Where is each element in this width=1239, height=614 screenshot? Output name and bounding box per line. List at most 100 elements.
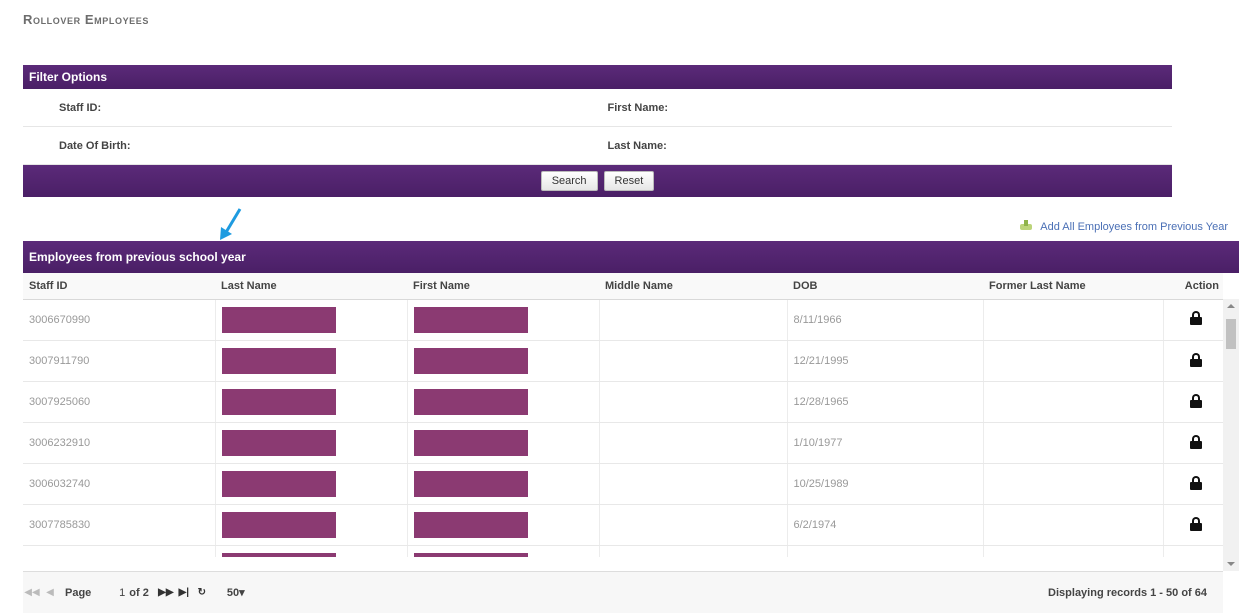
scroll-thumb[interactable] — [1226, 319, 1236, 349]
cell-action — [1163, 340, 1223, 382]
cell-former-last-name — [983, 545, 1164, 557]
col-former-last-name[interactable]: Former Last Name — [983, 273, 1163, 300]
lock-icon[interactable] — [1190, 475, 1203, 490]
cell-middle-name — [599, 422, 788, 464]
redacted-block — [221, 553, 336, 557]
cell-last-name — [215, 422, 408, 464]
pager: ◀◀ ◀ Page of 2 ▶▶ ▶| ↻ 50▾ Displaying re… — [23, 571, 1223, 613]
cell-first-name — [407, 299, 600, 341]
cell-former-last-name — [983, 422, 1164, 464]
grid-body: 3006670990 8/11/1966 3007911790 12/21/1995 3… — [23, 299, 1239, 557]
refresh-icon[interactable]: ↻ — [193, 587, 211, 598]
cell-last-name — [215, 299, 408, 341]
cell-first-name — [407, 504, 600, 546]
table-row[interactable]: 3007785830 6/2/1974 — [23, 504, 1223, 546]
cell-middle-name — [599, 545, 788, 557]
last-name-filter: Last Name: — [598, 134, 1173, 157]
col-last-name[interactable]: Last Name — [215, 273, 407, 300]
add-all-employees-link[interactable]: Add All Employees from Previous Year — [1018, 220, 1228, 233]
cell-action — [1163, 299, 1223, 341]
grid-scrollbar[interactable] — [1223, 299, 1239, 571]
cell-staff-id: 3007785830 — [23, 504, 216, 546]
cell-first-name — [407, 340, 600, 382]
lock-icon[interactable] — [1190, 393, 1203, 408]
redacted-block — [413, 553, 528, 557]
prev-page-icon[interactable]: ◀ — [41, 587, 59, 598]
col-dob[interactable]: DOB — [787, 273, 983, 300]
add-users-icon — [1018, 220, 1036, 232]
employees-table-head: Staff ID Last Name First Name Middle Nam… — [23, 273, 1223, 300]
table-row[interactable]: 3006032740 10/25/1989 — [23, 463, 1223, 505]
cell-staff-id: 3006670990 — [23, 299, 216, 341]
employees-grid: Employees from previous school year Staf… — [23, 241, 1239, 614]
table-row[interactable]: 3007911790 12/21/1995 — [23, 340, 1223, 382]
redacted-block — [413, 348, 528, 374]
redacted-block — [413, 512, 528, 538]
lock-icon[interactable] — [1190, 311, 1203, 326]
cell-dob: 6/2/1974 — [787, 504, 984, 546]
col-first-name[interactable]: First Name — [407, 273, 599, 300]
cell-dob: 11/10/1977 — [787, 545, 984, 557]
cell-staff-id: 3007911790 — [23, 340, 216, 382]
table-header-row: Staff ID Last Name First Name Middle Nam… — [23, 273, 1223, 300]
reset-button[interactable]: Reset — [603, 171, 655, 191]
cell-former-last-name — [983, 504, 1164, 546]
dob-input[interactable] — [143, 134, 588, 157]
table-row[interactable]: 3007721080 11/10/1977 — [23, 545, 1223, 557]
page-number-input[interactable] — [101, 583, 126, 602]
lock-icon[interactable] — [1190, 516, 1203, 531]
cell-former-last-name — [983, 381, 1164, 423]
filter-row-2: Date Of Birth: Last Name: — [23, 127, 1172, 165]
cell-last-name — [215, 340, 408, 382]
cell-middle-name — [599, 463, 788, 505]
dob-label: Date Of Birth: — [59, 139, 131, 152]
cell-dob: 12/21/1995 — [787, 340, 984, 382]
next-page-icon[interactable]: ▶▶ — [157, 587, 175, 598]
cell-middle-name — [599, 504, 788, 546]
page-label: Page — [65, 586, 92, 599]
cell-action — [1163, 545, 1223, 557]
cell-middle-name — [599, 340, 788, 382]
table-row[interactable]: 3006670990 8/11/1966 — [23, 299, 1223, 341]
redacted-block — [221, 389, 336, 415]
cell-first-name — [407, 463, 600, 505]
cell-action — [1163, 504, 1223, 546]
cell-staff-id: 3007721080 — [23, 545, 216, 557]
search-button[interactable]: Search — [540, 171, 598, 191]
filter-panel: Filter Options Staff ID: First Name: Dat… — [23, 65, 1172, 197]
table-row[interactable]: 3006232910 1/10/1977 — [23, 422, 1223, 464]
cell-staff-id: 3006232910 — [23, 422, 216, 464]
page-size-value: 50 — [226, 587, 240, 599]
page-size-select[interactable]: 50▾ — [227, 586, 245, 599]
col-staff-id[interactable]: Staff ID — [23, 273, 215, 300]
staff-id-filter: Staff ID: — [23, 96, 598, 119]
redacted-block — [413, 306, 528, 333]
redacted-block — [221, 471, 336, 497]
last-name-input[interactable] — [717, 134, 1162, 157]
last-name-label: Last Name: — [607, 139, 667, 152]
grid-title: Employees from previous school year — [23, 241, 1239, 273]
cell-last-name — [215, 463, 408, 505]
first-page-icon[interactable]: ◀◀ — [23, 587, 41, 598]
staff-id-input[interactable] — [143, 96, 588, 119]
lock-icon[interactable] — [1190, 352, 1203, 367]
first-name-filter: First Name: — [598, 96, 1173, 119]
cell-last-name — [215, 504, 408, 546]
cell-former-last-name — [983, 340, 1164, 382]
first-name-label: First Name: — [607, 101, 669, 114]
annotation-arrow-icon — [220, 208, 242, 240]
first-name-input[interactable] — [717, 96, 1162, 119]
redacted-block — [221, 348, 336, 374]
cell-staff-id: 3007925060 — [23, 381, 216, 423]
scroll-up-icon[interactable] — [1227, 304, 1235, 308]
page-title: Rollover Employees — [23, 12, 149, 27]
lock-icon[interactable] — [1190, 434, 1203, 449]
filter-row-1: Staff ID: First Name: — [23, 89, 1172, 127]
last-page-icon[interactable]: ▶| — [175, 587, 193, 598]
cell-last-name — [215, 381, 408, 423]
staff-id-label: Staff ID: — [59, 101, 102, 114]
table-row[interactable]: 3007925060 12/28/1965 — [23, 381, 1223, 423]
col-middle-name[interactable]: Middle Name — [599, 273, 787, 300]
scroll-down-icon[interactable] — [1227, 562, 1235, 566]
page-total: of 2 — [129, 586, 149, 599]
